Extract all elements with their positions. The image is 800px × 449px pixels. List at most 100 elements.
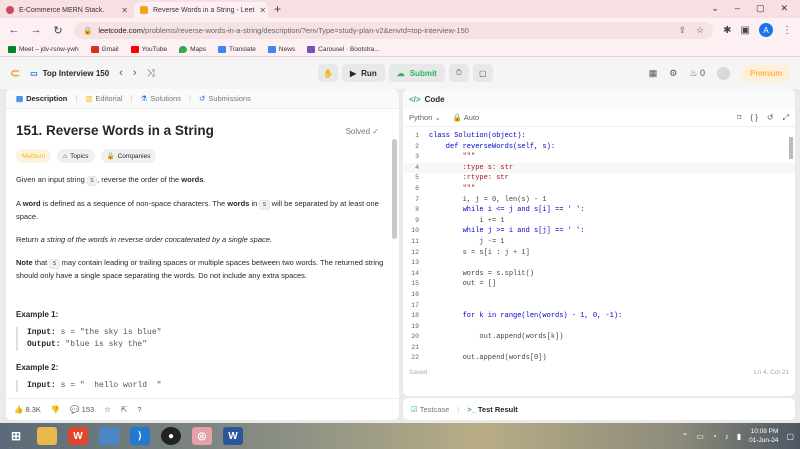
run-button[interactable]: ▶ Run (342, 64, 385, 82)
next-problem-icon[interactable]: › (133, 67, 137, 79)
tab-solutions[interactable]: ⚗ Solutions (136, 94, 185, 103)
code-line: 15 out = [] (403, 279, 795, 290)
bookmark-youtube[interactable]: YouTube (130, 45, 167, 53)
dislike-icon[interactable]: 👎 (51, 405, 60, 414)
text: , reverse the order of the (97, 175, 182, 184)
windows-start-icon[interactable]: ⊞ (6, 427, 26, 445)
code-line: 13 (403, 258, 795, 269)
cloud-upload-icon: ☁ (396, 68, 405, 78)
code-line: 10 while j >= i and s[j] == ' ': (403, 226, 795, 237)
description-paragraph-2: A word is defined as a sequence of non-s… (16, 198, 389, 223)
close-icon[interactable]: ✕ (259, 6, 266, 15)
maximize-icon[interactable]: ▢ (756, 3, 765, 14)
favorite-star-icon[interactable]: ☆ (104, 405, 111, 414)
editor-scrollbar[interactable] (789, 137, 793, 159)
side-panel-icon[interactable]: ▣ (741, 25, 750, 36)
settings-gear-icon[interactable]: ⚙ (669, 68, 677, 79)
line-number: 13 (411, 259, 419, 267)
github-icon[interactable]: ● (161, 427, 181, 445)
user-avatar[interactable] (716, 66, 730, 80)
back-icon[interactable]: ← (8, 24, 20, 36)
shuffle-icon[interactable]: ⤨ (147, 68, 155, 79)
submit-button[interactable]: ☁ Submit (388, 64, 445, 82)
chevron-down-icon[interactable]: ⌄ (711, 3, 719, 14)
description-panel: ▤ Description | ▥ Editorial | ⚗ Solutions |… (6, 89, 399, 420)
tray-arrow-icon[interactable]: ⌃ (682, 432, 689, 441)
bookmark-icon[interactable]: ⌑ (737, 113, 741, 123)
leetcode-logo-icon[interactable]: ⊂ (10, 66, 20, 80)
word-icon[interactable]: W (223, 427, 243, 445)
share-icon[interactable]: ⇱ (121, 405, 127, 414)
profile-avatar[interactable]: A (759, 23, 773, 37)
chip-label: Topics (70, 152, 89, 160)
bookmark-label: Maps (190, 45, 207, 53)
clock[interactable]: 10:08 PM 01-Jun-24 (749, 427, 778, 445)
tab-submissions[interactable]: ↺ Submissions (195, 94, 255, 103)
news-icon (267, 45, 276, 53)
bookmark-maps[interactable]: Maps (179, 45, 207, 53)
bookmark-translate[interactable]: Translate (218, 45, 256, 53)
browser-tab-ecommerce[interactable]: E-Commerce MERN Stack. ✕ (0, 2, 134, 18)
tab-test-result[interactable]: >_ Test Result (467, 405, 518, 414)
bookmark-meet[interactable]: Meet – jdv-rsnw-ywh (8, 45, 79, 53)
volume-icon[interactable]: ♪ (725, 432, 729, 441)
display-icon[interactable]: ▭ (696, 432, 704, 441)
debug-icon[interactable]: ✋ (318, 64, 338, 82)
problem-list-title[interactable]: ▭ Top Interview 150 (30, 69, 109, 78)
code-panel: </> Code Python ⌄ 🔒 Auto ⌑ { } ↺ ⤢ 1 clas… (403, 89, 795, 396)
tab-testcase[interactable]: ☑ Testcase (411, 405, 449, 414)
minimize-icon[interactable]: – (735, 3, 740, 14)
notes-icon[interactable]: ▢ (472, 64, 493, 82)
input-value: s = " hello world " (60, 381, 162, 390)
app-icon[interactable] (99, 427, 119, 445)
notifications-icon[interactable]: ▢ (786, 432, 794, 441)
reset-icon[interactable]: ↺ (767, 113, 774, 123)
url-input[interactable]: 🔒 leetcode.com/problems/reverse-words-in… (74, 21, 714, 39)
code-header-label: Code (424, 94, 445, 104)
expand-icon[interactable]: ⤢ (783, 113, 789, 123)
comments-button[interactable]: 💬 153 (70, 405, 94, 414)
timer-icon[interactable]: ⏱ (448, 64, 469, 82)
text: Return (16, 235, 41, 244)
code-text: for k in range(len(words) - 1, 0, -1): (429, 312, 623, 321)
browser-tab-leetcode[interactable]: Reverse Words in a String - Leet ✕ (134, 2, 268, 18)
code-line: 5 :rtype: str (403, 173, 795, 184)
bookmark-news[interactable]: News (267, 45, 295, 53)
bookmark-label: Translate (229, 45, 256, 53)
like-button[interactable]: 👍 8.3K (14, 405, 41, 414)
share-icon[interactable]: ⇪ (679, 25, 687, 36)
format-braces-icon[interactable]: { } (750, 113, 758, 123)
bookmark-star-icon[interactable]: ☆ (696, 25, 704, 36)
code-text: class Solution(object): (429, 132, 526, 140)
premium-button[interactable]: Premium (741, 64, 790, 82)
topics-chip[interactable]: ⌂ Topics (57, 149, 95, 163)
close-icon[interactable]: ✕ (121, 6, 128, 15)
line-number: 11 (411, 237, 419, 245)
description-scrollbar[interactable] (392, 139, 397, 239)
battery-icon[interactable]: ▮ (737, 432, 741, 441)
close-window-icon[interactable]: ✕ (780, 3, 788, 14)
layout-grid-icon[interactable]: ▦ (649, 68, 658, 79)
bookmark-gmail[interactable]: Gmail (90, 45, 119, 53)
reload-icon[interactable]: ↻ (52, 24, 64, 37)
office-icon[interactable]: W (68, 427, 88, 445)
chrome-icon[interactable]: ◎ (192, 427, 212, 445)
prev-problem-icon[interactable]: ‹ (119, 67, 123, 79)
new-tab-icon[interactable]: + (274, 2, 281, 16)
bookmark-bootstrap[interactable]: Carousel · Bootstra... (307, 45, 380, 53)
tab-description[interactable]: ▤ Description (12, 94, 71, 103)
wifi-icon[interactable]: ◔ (712, 432, 717, 441)
tab-editorial[interactable]: ▥ Editorial (81, 94, 126, 103)
companies-chip[interactable]: 🔒 Companies (100, 149, 157, 163)
file-explorer-icon[interactable] (37, 427, 57, 445)
auto-mode[interactable]: 🔒 Auto (453, 113, 479, 122)
vscode-icon[interactable]: ⟩ (130, 427, 150, 445)
tab-label: Submissions (208, 94, 251, 103)
extensions-puzzle-icon[interactable]: ✱ (723, 25, 731, 36)
menu-kebab-icon[interactable]: ⋮ (782, 25, 792, 36)
help-icon[interactable]: ? (137, 405, 141, 414)
forward-icon[interactable]: → (30, 24, 42, 36)
code-editor[interactable]: 1 class Solution(object): 2 def reverseWor… (403, 127, 795, 365)
language-select[interactable]: Python ⌄ (409, 113, 441, 122)
streak-fire[interactable]: ♨ 0 (689, 68, 705, 79)
